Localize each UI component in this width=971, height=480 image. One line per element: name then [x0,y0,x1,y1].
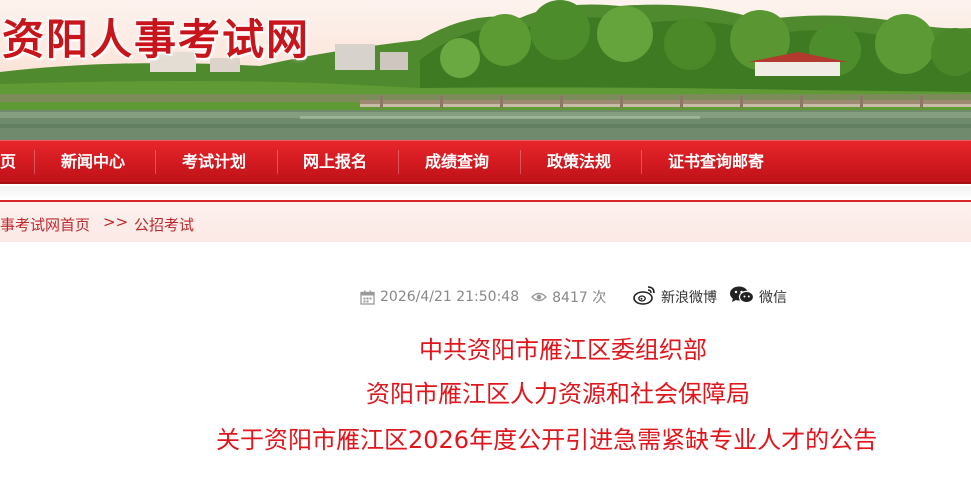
breadcrumb: 事考试网首页 >> 公招考试 [0,200,971,242]
nav-item-online-registration[interactable]: 网上报名 [303,141,367,183]
article-title-line-1: 中共资阳市雁江区委组织部 [419,336,707,364]
share-weibo-button[interactable]: 新浪微博 [633,286,717,308]
site-banner: 资阳人事考试网 [0,0,971,140]
view-count: 8417 次 [552,290,607,306]
weibo-icon [633,285,657,309]
nav-divider [520,150,521,174]
nav-divider [277,150,278,174]
nav-item-home[interactable]: 页 [0,141,16,183]
breadcrumb-separator: >> [103,213,129,231]
breadcrumb-current[interactable]: 公招考试 [134,214,194,235]
nav-item-exam-plan[interactable]: 考试计划 [182,141,246,183]
article-title-line-3: 关于资阳市雁江区2026年度公开引进急需紧缺专业人才的公告 [216,426,878,454]
site-title: 资阳人事考试网 [2,15,311,64]
calendar-icon [360,290,375,305]
share-wechat-button[interactable]: 微信 [729,286,787,308]
nav-divider [641,150,642,174]
nav-item-certificate-mail[interactable]: 证书查询邮寄 [668,141,764,183]
nav-divider [34,150,35,174]
article-meta: 2026/4/21 21:50:48 8417 次 [360,287,606,307]
nav-item-news[interactable]: 新闻中心 [61,141,125,183]
main-nav: 页 新闻中心 考试计划 网上报名 成绩查询 政策法规 证书查询邮寄 [0,140,971,184]
publish-date: 2026/4/21 21:50:48 [380,289,520,305]
nav-item-policies[interactable]: 政策法规 [547,141,611,183]
share-weibo-label: 新浪微博 [661,290,717,306]
share-wechat-label: 微信 [759,290,787,306]
nav-shadow [0,186,971,200]
nav-item-score-query[interactable]: 成绩查询 [425,141,489,183]
eye-icon [531,291,548,303]
article-title-line-2: 资阳市雁江区人力资源和社会保障局 [366,380,750,408]
wechat-icon [729,285,755,309]
nav-divider [398,150,399,174]
breadcrumb-home-link[interactable]: 事考试网首页 [0,214,90,235]
nav-divider [155,150,156,174]
